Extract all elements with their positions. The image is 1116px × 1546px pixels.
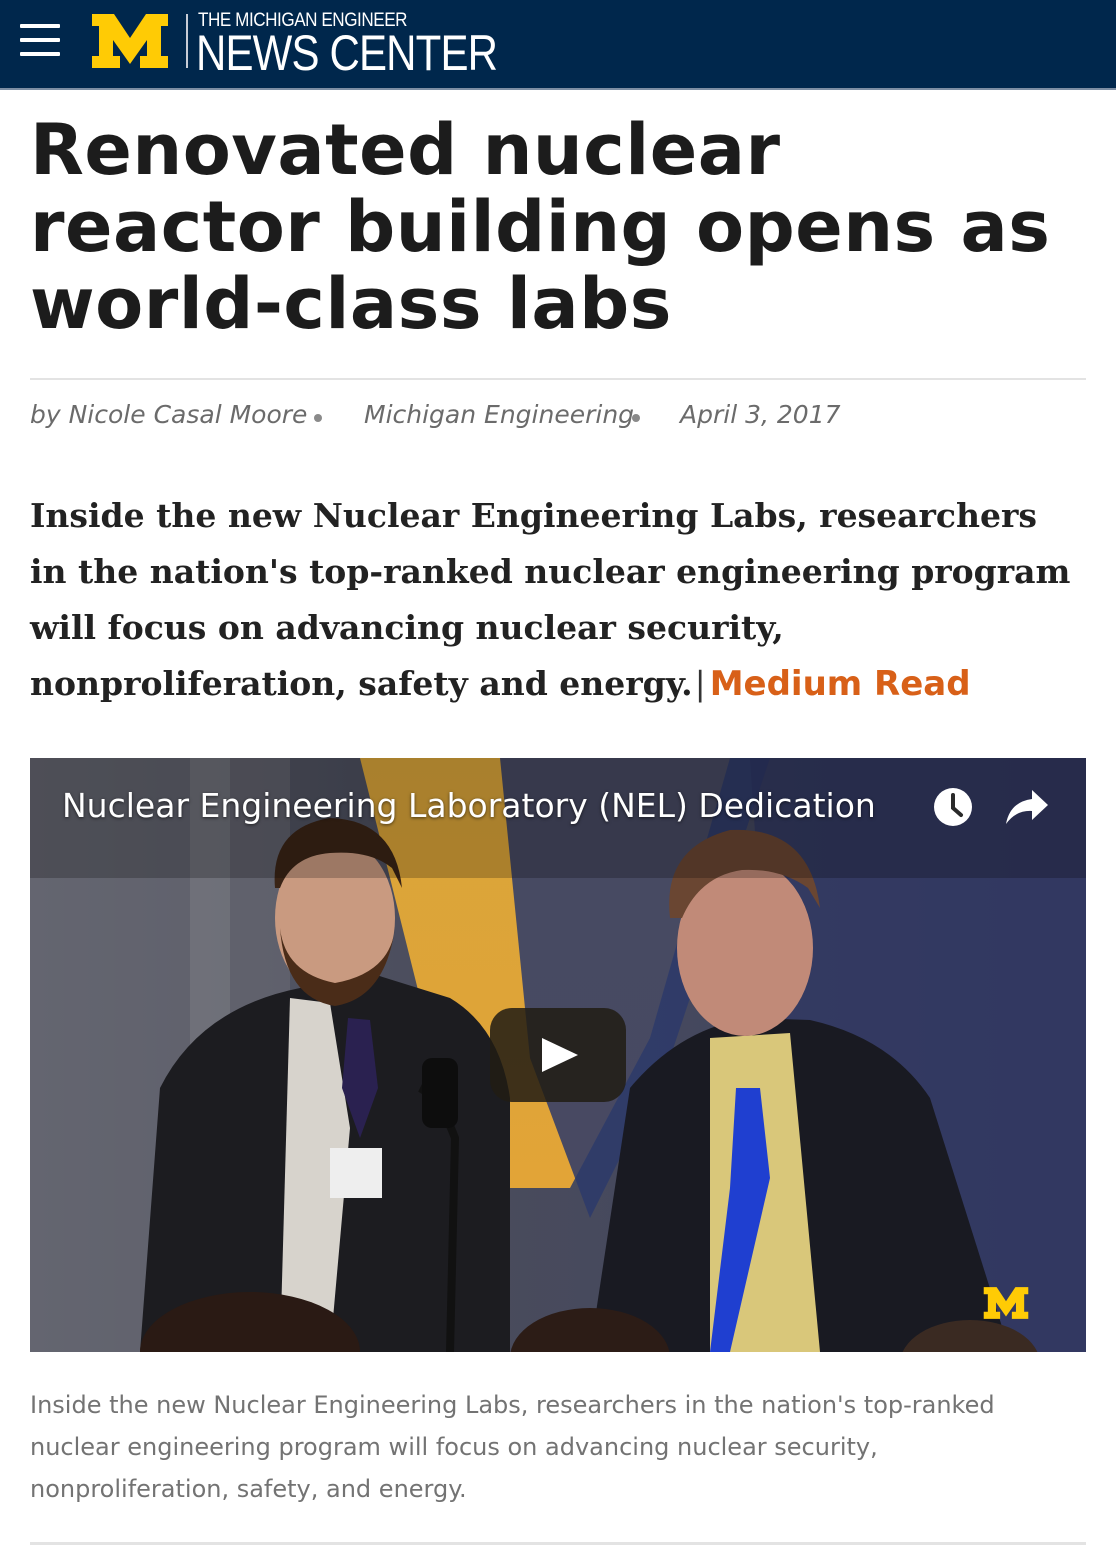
michigan-m-logo[interactable] bbox=[90, 12, 170, 70]
divider bbox=[30, 1542, 1086, 1545]
michigan-m-watermark bbox=[983, 1287, 1029, 1319]
share-arrow-icon[interactable] bbox=[1004, 788, 1050, 826]
video-player[interactable]: Nuclear Engineering Laboratory (NEL) Ded… bbox=[30, 758, 1086, 1352]
play-button[interactable] bbox=[490, 1008, 626, 1102]
separator-dot bbox=[632, 414, 640, 422]
article-dek: Inside the new Nuclear Engineering Labs,… bbox=[30, 488, 1080, 712]
separator-dot bbox=[314, 414, 322, 422]
read-time-badge: Medium Read bbox=[709, 664, 971, 704]
author-name[interactable]: by Nicole Casal Moore bbox=[30, 400, 307, 429]
article-title: Renovated nuclear reactor building opens… bbox=[30, 109, 1051, 345]
video-caption: Inside the new Nuclear Engineering Labs,… bbox=[30, 1391, 995, 1503]
divider bbox=[30, 378, 1086, 380]
play-icon bbox=[542, 1038, 578, 1072]
video-title[interactable]: Nuclear Engineering Laboratory (NEL) Ded… bbox=[62, 786, 876, 825]
publish-date: April 3, 2017 bbox=[680, 400, 841, 429]
brand-title[interactable]: NEWS CENTER bbox=[196, 24, 498, 82]
source-name[interactable]: Michigan Engineering bbox=[364, 400, 634, 429]
logo-divider bbox=[186, 14, 188, 68]
clock-icon[interactable] bbox=[932, 786, 974, 828]
dek-separator: | bbox=[694, 664, 706, 703]
site-header: THE MICHIGAN ENGINEER NEWS CENTER bbox=[0, 0, 1116, 90]
hamburger-menu-icon[interactable] bbox=[18, 22, 62, 58]
